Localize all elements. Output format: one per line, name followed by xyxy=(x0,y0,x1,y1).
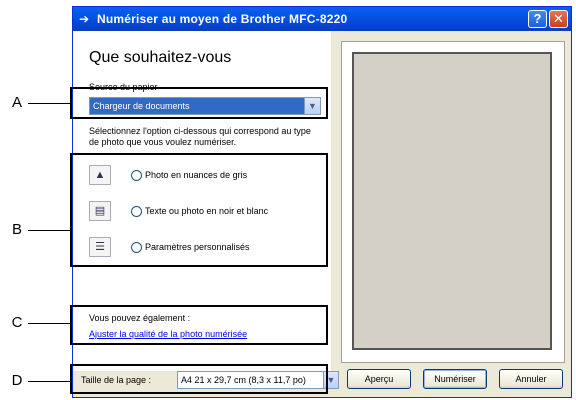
window-title: Numériser au moyen de Brother MFC-8220 xyxy=(97,12,348,26)
help-button[interactable]: ? xyxy=(528,10,547,28)
preview-button[interactable]: Aperçu xyxy=(347,369,411,389)
scan-button[interactable]: Numériser xyxy=(423,369,487,389)
annotation-b-box xyxy=(70,153,328,267)
annotation-c-box xyxy=(70,305,328,345)
page-heading: Que souhaitez-vous xyxy=(89,49,232,66)
annotation-d: D xyxy=(11,372,23,389)
annotation-d-line xyxy=(28,381,70,382)
annotation-a: A xyxy=(11,94,22,111)
annotation-c-line xyxy=(28,323,70,324)
instruction-text: Sélectionnez l'option ci-dessous qui cor… xyxy=(89,126,311,147)
annotation-b: B xyxy=(11,221,22,238)
scanner-app-icon: ➔ xyxy=(79,12,90,26)
title-bar[interactable]: ➔ Numériser au moyen de Brother MFC-8220… xyxy=(73,7,571,31)
annotation-a-box xyxy=(70,87,328,119)
close-button[interactable]: ✕ xyxy=(549,10,568,28)
annotation-a-line xyxy=(28,103,70,104)
annotation-d-box xyxy=(70,364,328,394)
annotation-b-line xyxy=(28,230,70,231)
preview-page xyxy=(352,52,552,350)
cancel-button[interactable]: Annuler xyxy=(499,369,563,389)
annotation-c: C xyxy=(11,314,23,331)
preview-area xyxy=(341,41,565,363)
